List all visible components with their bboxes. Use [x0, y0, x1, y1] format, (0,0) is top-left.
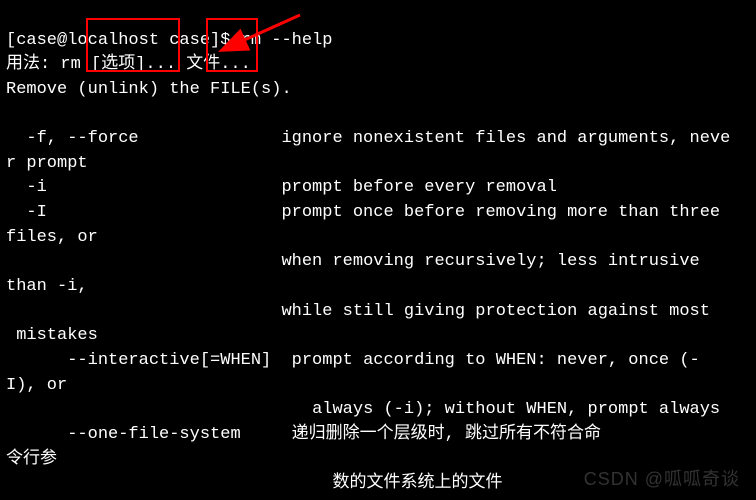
line-opt-onefs: --one-file-system 递归删除一个层级时, 跳过所有不符合命	[6, 425, 601, 444]
line-wrap: files, or	[6, 228, 98, 247]
line-remove: Remove (unlink) the FILE(s).	[6, 80, 292, 99]
line-wrap: r prompt	[6, 154, 88, 173]
line-wrap: always (-i); without WHEN, prompt always	[6, 400, 720, 419]
line-wrap: mistakes	[6, 326, 98, 345]
line-opt-f: -f, --force ignore nonexistent files and…	[6, 129, 730, 148]
line-opt-I: -I prompt once before removing more than…	[6, 203, 730, 222]
line-opt-interactive: --interactive[=WHEN] prompt according to…	[6, 351, 700, 370]
line-opt-i: -i prompt before every removal	[6, 178, 557, 197]
line-wrap: when removing recursively; less intrusiv…	[6, 252, 710, 271]
line-wrap: than -i,	[6, 277, 88, 296]
line-wrap: 令行参	[6, 450, 57, 469]
shell-prompt: [case@localhost case]$	[6, 31, 230, 50]
line-wrap: 数的文件系统上的文件	[6, 474, 502, 493]
terminal-output[interactable]: [case@localhost case]$ rm --help 用法: rm …	[0, 0, 756, 500]
line-wrap: I), or	[6, 376, 67, 395]
shell-command: rm --help	[241, 31, 333, 50]
line-usage: 用法: rm [选项]... 文件...	[6, 55, 251, 74]
line-wrap: while still giving protection against mo…	[6, 302, 710, 321]
